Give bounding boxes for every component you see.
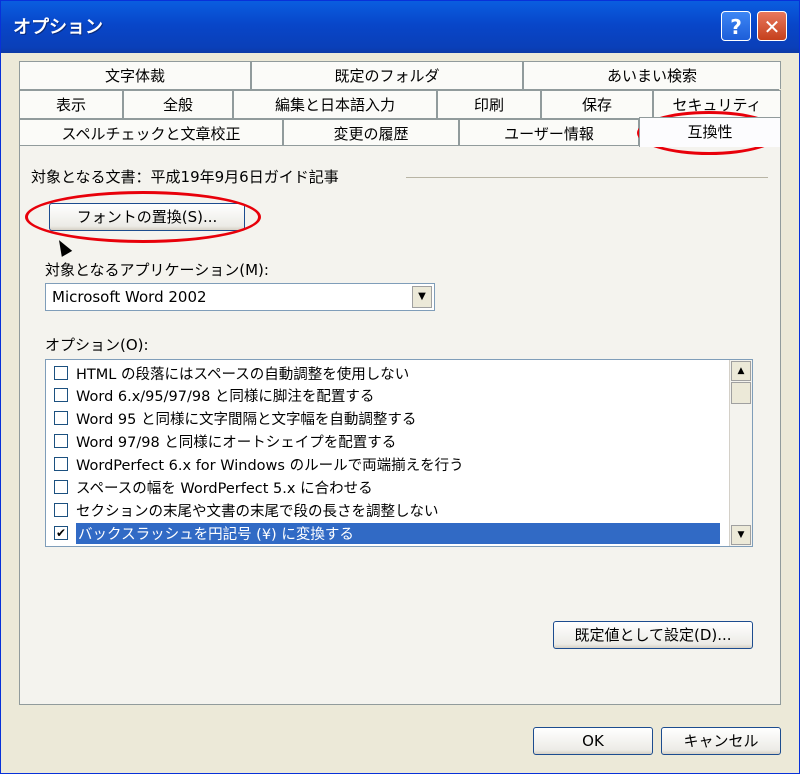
options-scrollbar[interactable]: ▲ ▼ <box>729 360 752 546</box>
target-document-label: 対象となる文書：平成19年9月6日ガイド記事 <box>31 168 339 186</box>
option-label: WordPerfect 6.x for Windows のルールで両端揃えを行う <box>76 458 464 474</box>
list-item[interactable]: Word 6.x/95/97/98 と同様に脚注を配置する <box>46 384 726 406</box>
options-dialog: オプション ? ✕ 文字体裁 既定のフォルダ あいまい検索 表示 全般 編集と日… <box>0 0 800 774</box>
tab-edit-japanese-input[interactable]: 編集と日本語入力 <box>233 90 437 118</box>
option-checkbox[interactable] <box>54 480 68 494</box>
option-label: Word 97/98 と同様にオートシェイプを配置する <box>76 435 397 451</box>
scroll-up-icon[interactable]: ▲ <box>731 361 751 381</box>
target-app-label: 対象となるアプリケーション(M): <box>45 261 269 279</box>
list-item-selected[interactable]: ✔ バックスラッシュを円記号 (¥) に変換する <box>46 522 726 544</box>
tab-spelling-grammar[interactable]: スペルチェックと文章校正 <box>19 119 283 147</box>
option-label: Word 95 と同様に文字間隔と文字幅を自動調整する <box>76 412 417 428</box>
option-checkbox[interactable] <box>54 388 68 402</box>
tab-compatibility[interactable]: 互換性 <box>639 117 781 147</box>
option-checkbox[interactable] <box>54 503 68 517</box>
window-title: オプション <box>13 17 103 38</box>
option-checkbox-checked[interactable]: ✔ <box>54 526 68 540</box>
option-label: Word 6.x/95/97/98 と同様に脚注を配置する <box>76 389 375 405</box>
tab-track-changes[interactable]: 変更の履歴 <box>283 119 459 147</box>
scroll-down-icon[interactable]: ▼ <box>731 525 751 545</box>
option-checkbox[interactable] <box>54 434 68 448</box>
tab-fuzzy-search[interactable]: あいまい検索 <box>523 61 781 89</box>
tab-view[interactable]: 表示 <box>19 90 123 118</box>
list-item[interactable]: セクションの末尾や文書の末尾で段の長さを調整しない <box>46 499 726 521</box>
tab-typography[interactable]: 文字体裁 <box>19 61 251 89</box>
title-bar[interactable]: オプション ? ✕ <box>1 1 799 53</box>
option-checkbox[interactable] <box>54 457 68 471</box>
highlight-ellipse-font-button <box>25 191 261 243</box>
close-button[interactable]: ✕ <box>757 11 787 41</box>
chevron-down-icon[interactable]: ▼ <box>412 286 432 308</box>
help-button[interactable]: ? <box>721 11 751 41</box>
group-divider <box>406 177 768 178</box>
list-item[interactable]: WordPerfect 6.x for Windows のルールで両端揃えを行う <box>46 453 726 475</box>
list-item[interactable]: HTML の段落にはスペースの自動調整を使用しない <box>46 362 726 384</box>
set-default-button[interactable]: 既定値として設定(D)... <box>553 621 753 649</box>
tab-general[interactable]: 全般 <box>123 90 233 118</box>
scroll-thumb[interactable] <box>731 382 751 404</box>
option-label: バックスラッシュを円記号 (¥) に変換する <box>76 523 720 544</box>
list-item[interactable]: Word 95 と同様に文字間隔と文字幅を自動調整する <box>46 407 726 429</box>
cancel-button[interactable]: キャンセル <box>661 727 781 755</box>
target-app-select[interactable]: Microsoft Word 2002 ▼ <box>45 283 435 311</box>
options-listbox[interactable]: HTML の段落にはスペースの自動調整を使用しない Word 6.x/95/97… <box>45 359 753 547</box>
tab-user-info[interactable]: ユーザー情報 <box>459 119 639 147</box>
option-checkbox[interactable] <box>54 366 68 380</box>
tab-print[interactable]: 印刷 <box>437 90 541 118</box>
list-item[interactable]: Word 97/98 と同様にオートシェイプを配置する <box>46 430 726 452</box>
options-label: オプション(O): <box>45 336 149 354</box>
option-checkbox[interactable] <box>54 411 68 425</box>
tab-default-folders[interactable]: 既定のフォルダ <box>251 61 523 89</box>
tab-save[interactable]: 保存 <box>541 90 653 118</box>
option-label: スペースの幅を WordPerfect 5.x に合わせる <box>76 481 373 497</box>
option-label: セクションの末尾や文書の末尾で段の長さを調整しない <box>76 504 439 520</box>
list-item[interactable]: スペースの幅を WordPerfect 5.x に合わせる <box>46 476 726 498</box>
ok-button[interactable]: OK <box>533 727 653 755</box>
option-label: HTML の段落にはスペースの自動調整を使用しない <box>76 367 410 383</box>
target-app-value: Microsoft Word 2002 <box>52 288 207 306</box>
